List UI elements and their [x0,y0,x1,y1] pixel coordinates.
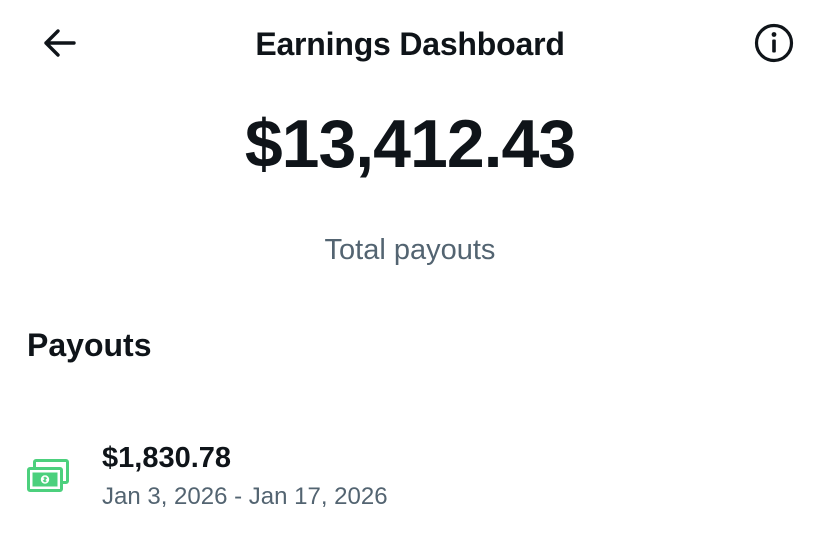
payouts-heading: Payouts [27,327,152,363]
total-payouts-amount: $13,412.43 [244,106,576,182]
earnings-dashboard-screen: Earnings Dashboard $13,412.43 Total payo… [0,0,820,556]
page-title: Earnings Dashboard [255,26,565,62]
payout-list-item[interactable]: $1,830.78 Jan 3, 2026 - Jan 17, 2026 [0,425,820,535]
payout-date-range: Jan 3, 2026 - Jan 17, 2026 [102,483,388,510]
total-payouts-label: Total payouts [324,234,496,266]
top-bar: Earnings Dashboard [0,0,820,88]
money-bills-icon [26,458,70,494]
payout-amount: $1,830.78 [102,442,232,474]
info-button[interactable] [748,22,800,68]
info-circle-icon [753,22,795,69]
